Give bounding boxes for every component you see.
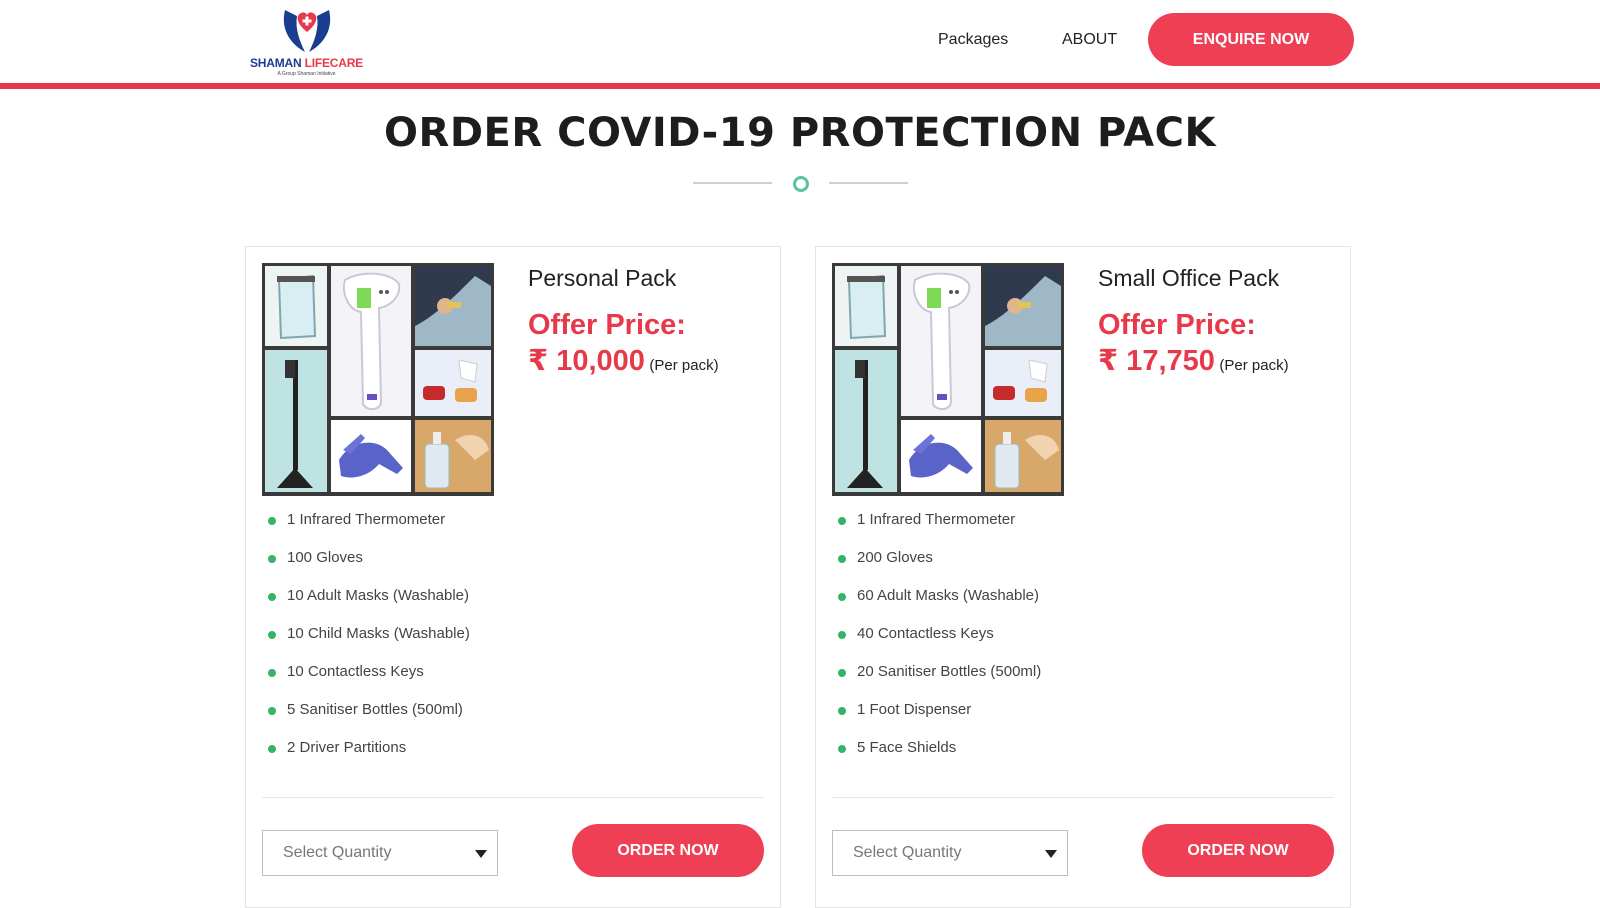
price-row: ₹ 10,000 (Per pack): [528, 343, 719, 378]
nav-link-about[interactable]: ABOUT: [1062, 31, 1117, 49]
order-now-button[interactable]: ORDER NOW: [1142, 824, 1334, 877]
bullet-icon: [268, 517, 276, 525]
pack-product-image: [262, 263, 494, 496]
bullet-icon: [268, 745, 276, 753]
price-row: ₹ 17,750 (Per pack): [1098, 343, 1289, 378]
brand-name: SHAMAN LIFECARE: [249, 56, 363, 70]
heart-hands-icon: [283, 10, 331, 52]
quantity-select[interactable]: Select Quantity: [832, 830, 1068, 876]
feature-item: 200 Gloves: [838, 549, 1041, 587]
pack-price: ₹ 10,000: [528, 345, 645, 377]
feature-item: 5 Face Shields: [838, 739, 1041, 777]
pack-card-small-office: Small Office Pack Offer Price: ₹ 17,750 …: [815, 246, 1351, 908]
bullet-icon: [268, 555, 276, 563]
bullet-icon: [838, 707, 846, 715]
feature-item: 5 Sanitiser Bottles (500ml): [268, 701, 470, 739]
per-pack-note: (Per pack): [649, 357, 719, 374]
title-divider-dot: [793, 176, 809, 192]
per-pack-note: (Per pack): [1219, 357, 1289, 374]
feature-item: 100 Gloves: [268, 549, 470, 587]
feature-item: 20 Sanitiser Bottles (500ml): [838, 663, 1041, 701]
title-divider-right: [829, 182, 908, 184]
feature-item: 1 Infrared Thermometer: [838, 511, 1041, 549]
feature-item: 60 Adult Masks (Washable): [838, 587, 1041, 625]
pack-price: ₹ 17,750: [1098, 345, 1215, 377]
caret-down-icon: [475, 850, 487, 858]
bullet-icon: [838, 745, 846, 753]
order-now-button[interactable]: ORDER NOW: [572, 824, 764, 877]
feature-item: 40 Contactless Keys: [838, 625, 1041, 663]
quantity-select[interactable]: Select Quantity: [262, 830, 498, 876]
feature-item: 10 Adult Masks (Washable): [268, 587, 470, 625]
offer-price-label: Offer Price:: [528, 309, 686, 341]
feature-item: 2 Driver Partitions: [268, 739, 470, 777]
feature-item: 1 Foot Dispenser: [838, 701, 1041, 739]
site-header: SHAMAN LIFECARE A Group Shaman Initiativ…: [0, 0, 1600, 84]
bullet-icon: [268, 593, 276, 601]
feature-list: 1 Infrared Thermometer 200 Gloves 60 Adu…: [838, 511, 1041, 777]
pack-card-personal: Personal Pack Offer Price: ₹ 10,000 (Per…: [245, 246, 781, 908]
bullet-icon: [268, 631, 276, 639]
bullet-icon: [838, 631, 846, 639]
header-accent-line: [0, 83, 1600, 89]
page-title: ORDER COVID-19 PROTECTION PACK: [384, 110, 1216, 156]
title-divider-left: [693, 182, 772, 184]
quantity-select-placeholder: Select Quantity: [853, 844, 962, 861]
bullet-icon: [838, 517, 846, 525]
feature-item: 1 Infrared Thermometer: [268, 511, 470, 549]
nav-link-packages[interactable]: Packages: [938, 31, 1008, 49]
brand-logo[interactable]: SHAMAN LIFECARE A Group Shaman Initiativ…: [244, 6, 369, 78]
card-divider: [832, 797, 1334, 798]
feature-list: 1 Infrared Thermometer 100 Gloves 10 Adu…: [268, 511, 470, 777]
brand-tagline: A Group Shaman Initiative: [277, 71, 336, 77]
bullet-icon: [268, 669, 276, 677]
quantity-select-placeholder: Select Quantity: [283, 844, 392, 861]
bullet-icon: [838, 593, 846, 601]
bullet-icon: [838, 669, 846, 677]
enquire-now-button[interactable]: ENQUIRE NOW: [1148, 13, 1354, 66]
pack-name: Small Office Pack: [1098, 265, 1280, 291]
bullet-icon: [838, 555, 846, 563]
bullet-icon: [268, 707, 276, 715]
caret-down-icon: [1045, 850, 1057, 858]
feature-item: 10 Contactless Keys: [268, 663, 470, 701]
pack-product-image: [832, 263, 1064, 496]
feature-item: 10 Child Masks (Washable): [268, 625, 470, 663]
offer-price-label: Offer Price:: [1098, 309, 1256, 341]
pack-name: Personal Pack: [528, 265, 677, 291]
card-divider: [262, 797, 764, 798]
